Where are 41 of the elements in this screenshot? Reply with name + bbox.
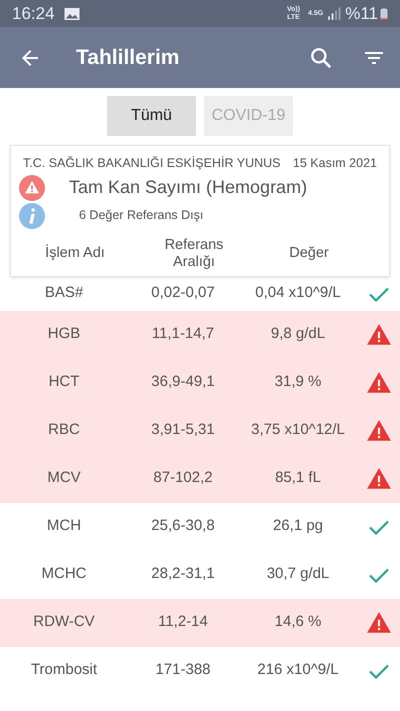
clock-time: 16:24 — [12, 2, 55, 25]
column-header: Değer — [288, 245, 330, 263]
test-cell-text: MCH — [46, 516, 82, 536]
range-cell-text: 11,1-14,7 — [150, 324, 216, 344]
screen-title: Tahlillerim — [76, 44, 180, 71]
test-cell-text: HGB — [46, 324, 82, 344]
range-cell-text: 3,91-5,31 — [150, 420, 216, 440]
test-cell-text: Trombosit — [30, 660, 98, 680]
range-cell-text: 87-102,2 — [152, 468, 214, 488]
value-cell-text: 26,1 pg — [272, 516, 324, 536]
test-name: Tam Kan Sayımı (Hemogram) — [69, 176, 308, 199]
value-cell-text: 216 x10^9/L — [256, 660, 340, 680]
range-cell-text: 171-388 — [154, 660, 212, 680]
range-cell-text: 0,02-0,07 — [150, 283, 216, 304]
value-cell-text: 85,1 fL — [274, 468, 322, 488]
info-icon — [19, 202, 45, 229]
value-cell-text: 0,04 x10^9/L — [254, 283, 342, 304]
range-cell-text: 11,2-14 — [157, 612, 209, 632]
battery-level: %11 — [345, 2, 378, 25]
range-cell-text: 25,6-30,8 — [150, 516, 216, 536]
signal-icon — [327, 6, 342, 20]
test-cell-text: RBC — [47, 420, 81, 440]
summary-text: 6 Değer Referans Dışı — [79, 207, 204, 224]
warning-icon — [19, 174, 45, 201]
value-cell-text: 3,75 x10^12/L — [250, 420, 346, 440]
test-cell-text: HCT — [48, 372, 80, 392]
test-cell-text: MCHC — [40, 564, 88, 584]
institution-name: T.C. SAĞLIK BAKANLIĞI ESKİŞEHİR YUNUS — [23, 155, 280, 172]
column-header: İşlem Adı — [44, 245, 106, 263]
result-date: 15 Kasım 2021 — [292, 155, 377, 172]
value-cell-text: 9,8 g/dL — [270, 324, 326, 344]
range-cell-text: 28,2-31,1 — [150, 564, 216, 584]
test-cell-text: RDW-CV — [32, 612, 96, 632]
range-cell-text: 36,9-49,1 — [150, 372, 216, 392]
test-cell-text: BAS# — [44, 283, 84, 304]
test-cell-text: MCV — [46, 468, 82, 488]
filter-tab[interactable]: Tümü — [107, 96, 196, 136]
value-cell-text: 30,7 g/dL — [266, 564, 330, 584]
value-cell-text: 31,9 % — [274, 372, 322, 392]
column-header: Referans Aralığı — [164, 236, 224, 272]
value-cell-text: 14,6 % — [274, 612, 322, 632]
